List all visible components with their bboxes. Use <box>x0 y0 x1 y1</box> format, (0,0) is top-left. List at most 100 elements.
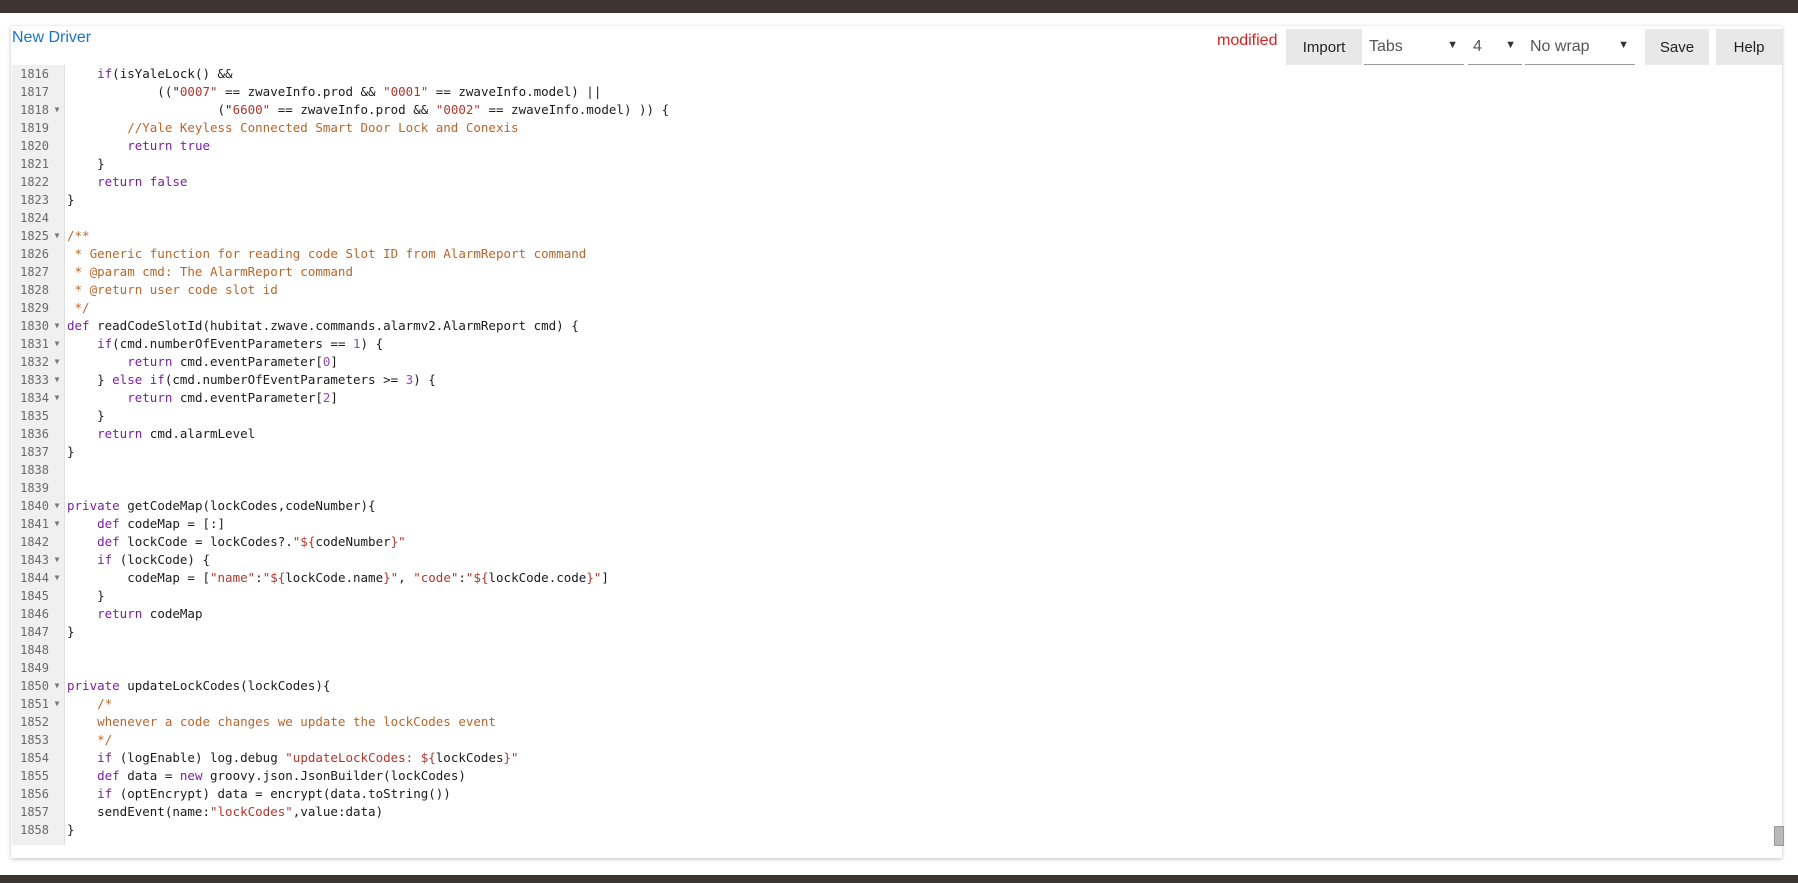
line-number: 1846 <box>20 607 49 621</box>
code-line[interactable]: 1846 return codeMap <box>12 605 1772 623</box>
driver-title-link[interactable]: New Driver <box>12 29 91 47</box>
code-line[interactable]: 1841 ▼ def codeMap = [:] <box>12 515 1772 533</box>
help-button[interactable]: Help <box>1716 29 1782 65</box>
code-text: } <box>67 588 105 603</box>
code-line[interactable]: 1840 ▼ private getCodeMap(lockCodes,codeNu… <box>12 497 1772 515</box>
wrap-mode-value: No wrap <box>1530 37 1590 55</box>
fold-arrow-icon[interactable]: ▼ <box>52 227 62 245</box>
line-number: 1835 <box>20 409 49 423</box>
fold-arrow-icon[interactable]: ▼ <box>52 551 62 569</box>
code-line[interactable]: 1853 */ <box>12 731 1772 749</box>
code-line[interactable]: 1837} <box>12 443 1772 461</box>
code-line[interactable]: 1825 ▼ /** <box>12 227 1772 245</box>
line-number: 1838 <box>20 463 49 477</box>
code-line[interactable]: 1839 <box>12 479 1772 497</box>
code-line[interactable]: 1830 ▼ def readCodeSlotId(hubitat.zwave.co… <box>12 317 1772 335</box>
fold-arrow-icon[interactable]: ▼ <box>52 569 62 587</box>
fold-arrow-icon[interactable]: ▼ <box>52 353 62 371</box>
code-line[interactable]: 1818 ▼ ("6600" == zwaveInfo.prod && "0002… <box>12 101 1772 119</box>
save-button[interactable]: Save <box>1645 29 1709 65</box>
code-text: def lockCode = lockCodes?."${codeNumber}… <box>97 534 406 549</box>
code-text: if(cmd.numberOfEventParameters == 1) { <box>97 336 384 351</box>
code-line[interactable]: 1820 return true <box>12 137 1772 155</box>
code-line[interactable]: 1829 */ <box>12 299 1772 317</box>
line-number: 1834 <box>20 391 49 405</box>
code-line[interactable]: 1817 (("0007" == zwaveInfo.prod && "0001… <box>12 83 1772 101</box>
fold-arrow-icon[interactable]: ▼ <box>52 695 62 713</box>
code-text: if(isYaleLock() && <box>97 66 233 81</box>
line-number: 1858 <box>20 823 49 837</box>
code-line[interactable]: 1843 ▼ if (lockCode) { <box>12 551 1772 569</box>
indent-type-select[interactable]: Tabs ▼ <box>1364 29 1464 65</box>
fold-arrow-icon[interactable]: ▼ <box>52 515 62 533</box>
code-line[interactable]: 1857 sendEvent(name:"lockCodes",value:da… <box>12 803 1772 821</box>
line-number: 1849 <box>20 661 49 675</box>
fold-arrow-icon[interactable]: ▼ <box>52 335 62 353</box>
code-text: } else if(cmd.numberOfEventParameters >=… <box>67 372 436 387</box>
code-line[interactable]: 1832 ▼ return cmd.eventParameter[0] <box>12 353 1772 371</box>
code-line[interactable]: 1819 //Yale Keyless Connected Smart Door… <box>12 119 1772 137</box>
line-number: 1818 <box>20 103 49 117</box>
code-line[interactable]: 1831 ▼ if(cmd.numberOfEventParameters == … <box>12 335 1772 353</box>
code-line[interactable]: 1828 * @return user code slot id <box>12 281 1772 299</box>
line-number: 1854 <box>20 751 49 765</box>
code-line[interactable]: 1845 } <box>12 587 1772 605</box>
line-number: 1832 <box>20 355 49 369</box>
code-line[interactable]: 1842 def lockCode = lockCodes?."${codeNu… <box>12 533 1772 551</box>
code-line[interactable]: 1850 ▼ private updateLockCodes(lockCodes){ <box>12 677 1772 695</box>
line-number: 1845 <box>20 589 49 603</box>
code-line[interactable]: 1838 <box>12 461 1772 479</box>
code-line[interactable]: 1827 * @param cmd: The AlarmReport comma… <box>12 263 1772 281</box>
fold-arrow-icon[interactable]: ▼ <box>52 101 62 119</box>
fold-arrow-icon[interactable]: ▼ <box>52 371 62 389</box>
code-line[interactable]: 1849 <box>12 659 1772 677</box>
line-number: 1841 <box>20 517 49 531</box>
code-line[interactable]: 1847} <box>12 623 1772 641</box>
code-line[interactable]: 1823} <box>12 191 1772 209</box>
code-text: ("6600" == zwaveInfo.prod && "0002" == z… <box>67 102 670 117</box>
line-number: 1823 <box>20 193 49 207</box>
fold-arrow-icon[interactable]: ▼ <box>52 677 62 695</box>
code-text: } <box>67 444 75 459</box>
code-line[interactable]: 1856 if (optEncrypt) data = encrypt(data… <box>12 785 1772 803</box>
code-line[interactable]: 1852 whenever a code changes we update t… <box>12 713 1772 731</box>
line-number: 1840 <box>20 499 49 513</box>
code-line[interactable]: 1854 if (logEnable) log.debug "updateLoc… <box>12 749 1772 767</box>
code-text: def data = new groovy.json.JsonBuilder(l… <box>97 768 466 783</box>
code-text: /** <box>67 228 90 243</box>
code-text: return false <box>97 174 188 189</box>
import-button[interactable]: Import <box>1286 29 1362 65</box>
code-editor[interactable]: 1816 if(isYaleLock() && 1817 (("0007" == … <box>12 65 1782 845</box>
code-line[interactable]: 1821 } <box>12 155 1772 173</box>
code-text: } <box>67 156 105 171</box>
code-line[interactable]: 1855 def data = new groovy.json.JsonBuil… <box>12 767 1772 785</box>
line-number: 1830 <box>20 319 49 333</box>
code-line[interactable]: 1844 ▼ codeMap = ["name":"${lockCode.name… <box>12 569 1772 587</box>
code-line[interactable]: 1851 ▼ /* <box>12 695 1772 713</box>
fold-arrow-icon[interactable]: ▼ <box>52 389 62 407</box>
line-number: 1856 <box>20 787 49 801</box>
code-text: def codeMap = [:] <box>97 516 226 531</box>
code-text: /* <box>67 696 113 711</box>
code-line[interactable]: 1834 ▼ return cmd.eventParameter[2] <box>12 389 1772 407</box>
code-text: (("0007" == zwaveInfo.prod && "0001" == … <box>67 84 602 99</box>
code-line[interactable]: 1822 return false <box>12 173 1772 191</box>
chevron-down-icon: ▼ <box>1447 39 1458 51</box>
code-line[interactable]: 1835 } <box>12 407 1772 425</box>
code-line[interactable]: 1826 * Generic function for reading code… <box>12 245 1772 263</box>
fold-arrow-icon[interactable]: ▼ <box>52 497 62 515</box>
fold-arrow-icon[interactable]: ▼ <box>52 317 62 335</box>
wrap-mode-select[interactable]: No wrap ▼ <box>1525 29 1635 65</box>
code-text: return true <box>127 138 211 153</box>
code-line[interactable]: 1824 <box>12 209 1772 227</box>
code-text: return cmd.alarmLevel <box>97 426 256 441</box>
code-text: def readCodeSlotId(hubitat.zwave.command… <box>67 318 579 333</box>
code-line[interactable]: 1833 ▼ } else if(cmd.numberOfEventParamet… <box>12 371 1772 389</box>
code-line[interactable]: 1848 <box>12 641 1772 659</box>
vertical-scrollbar[interactable] <box>1774 826 1784 846</box>
indent-size-select[interactable]: 4 ▼ <box>1468 29 1522 65</box>
code-line[interactable]: 1858} <box>12 821 1772 839</box>
code-text: private getCodeMap(lockCodes,codeNumber)… <box>67 498 376 513</box>
code-line[interactable]: 1836 return cmd.alarmLevel <box>12 425 1772 443</box>
code-line[interactable]: 1816 if(isYaleLock() && <box>12 65 1772 83</box>
